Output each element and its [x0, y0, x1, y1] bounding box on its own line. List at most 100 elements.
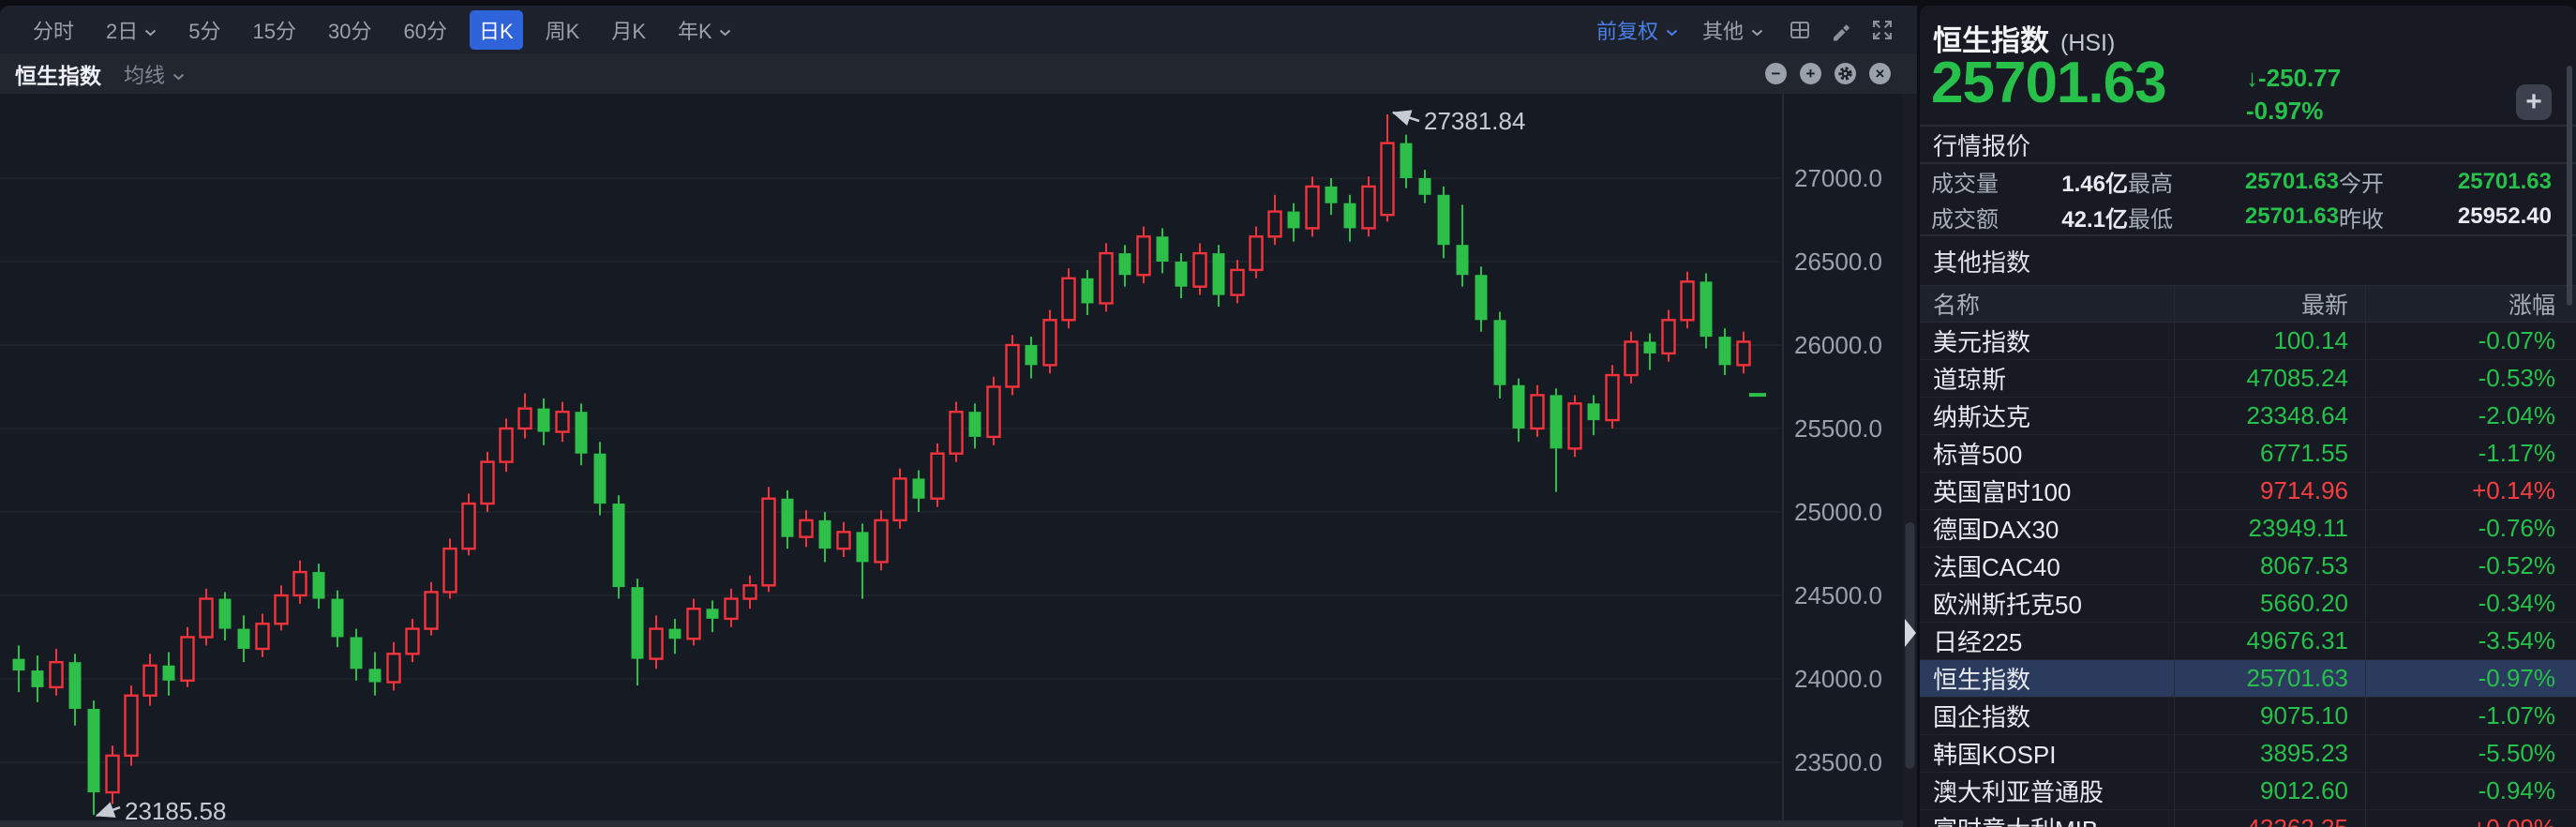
index-row-change: -0.53% [2365, 364, 2576, 393]
period-tab-15分[interactable]: 15分 [244, 10, 306, 50]
stat-成交额: 成交额 42.1亿 [1931, 200, 2128, 235]
index-row-name: 国企指数 [1920, 699, 2174, 733]
stat-label: 成交额 [1931, 201, 1999, 233]
stat-value: 25701.63 [2245, 169, 2339, 195]
stat-value: 25701.63 [2458, 169, 2552, 195]
settings-gear-icon[interactable] [1835, 63, 1856, 84]
index-row-change: -0.94% [2365, 776, 2576, 805]
col-header-change: 涨幅 [2365, 287, 2576, 321]
index-row-change: -0.52% [2365, 551, 2576, 580]
last-price-marker [1749, 393, 1766, 397]
index-row-富时意大利MIB[interactable]: 富时意大利MIB43262.35+0.09% [1920, 810, 2576, 827]
stat-value: 42.1亿 [2061, 201, 2128, 233]
candlestick-chart[interactable]: 27000.026500.026000.025500.025000.024500… [0, 94, 1917, 827]
period-tab-60分[interactable]: 60分 [394, 10, 456, 50]
adjust-mode-dropdown[interactable]: 前复权 [1596, 15, 1678, 45]
index-row-欧洲斯托克50[interactable]: 欧洲斯托克505660.20-0.34% [1920, 585, 2576, 623]
chart-header: 恒生指数 均线 −+× [0, 53, 1917, 94]
index-row-change: -0.34% [2365, 589, 2576, 618]
index-row-澳大利亚普通股[interactable]: 澳大利亚普通股9012.60-0.94% [1920, 773, 2576, 810]
period-tab-周K[interactable]: 周K [536, 10, 590, 50]
index-row-last: 47085.24 [2174, 364, 2365, 393]
section-quote-header: 行情报价 [1920, 125, 2576, 164]
period-tab-月K[interactable]: 月K [602, 10, 655, 50]
price-change-percent: -0.97% [2246, 95, 2341, 128]
panel-scrollbar[interactable] [2567, 66, 2572, 306]
zoom-in-icon[interactable]: + [1800, 63, 1821, 84]
index-row-name: 英国富时100 [1920, 474, 2174, 508]
index-row-国企指数[interactable]: 国企指数9075.10-1.07% [1920, 698, 2576, 735]
period-tab-2日[interactable]: 2日 [97, 10, 166, 50]
period-tab-label: 分时 [33, 15, 74, 45]
index-row-last: 3895.23 [2174, 739, 2365, 768]
close-icon[interactable]: × [1869, 63, 1891, 84]
index-row-last: 6771.55 [2174, 439, 2365, 468]
index-row-name: 法国CAC40 [1920, 549, 2174, 583]
zoom-out-icon[interactable]: − [1765, 63, 1787, 84]
toolbar-right: 前复权 其他 [1596, 15, 1895, 45]
index-row-标普500[interactable]: 标普5006771.55-1.17% [1920, 435, 2576, 473]
ma-label: 均线 [124, 59, 165, 89]
index-row-美元指数[interactable]: 美元指数100.14-0.07% [1920, 323, 2576, 360]
period-tabs: 分时 2日 5分 15分 30分 60分日K 周K 月K 年K [23, 10, 741, 50]
index-row-change: -3.54% [2365, 626, 2576, 655]
period-tab-30分[interactable]: 30分 [319, 10, 381, 50]
brush-icon[interactable] [1829, 18, 1853, 42]
ma-selector[interactable]: 均线 [124, 59, 185, 89]
index-row-name: 标普500 [1920, 436, 2174, 471]
index-row-change: +0.09% [2365, 814, 2576, 827]
stat-最高: 最高 25701.63 [2128, 164, 2339, 200]
svg-text:25000.0: 25000.0 [1794, 498, 1882, 526]
index-row-change: -1.07% [2365, 701, 2576, 730]
period-tab-5分[interactable]: 5分 [179, 10, 230, 50]
index-row-德国DAX30[interactable]: 德国DAX3023949.11-0.76% [1920, 510, 2576, 548]
index-row-name: 富时意大利MIB [1920, 811, 2174, 827]
index-row-韩国KOSPI[interactable]: 韩国KOSPI3895.23-5.50% [1920, 735, 2576, 773]
index-row-change: -5.50% [2365, 739, 2576, 768]
index-row-name: 美元指数 [1920, 323, 2174, 358]
period-tab-label: 5分 [188, 15, 220, 45]
stat-label: 最低 [2128, 201, 2173, 233]
indices-table-header: 名称最新涨幅 [1920, 285, 2576, 323]
period-tab-分时[interactable]: 分时 [23, 10, 83, 50]
more-dropdown[interactable]: 其他 [1702, 15, 1763, 45]
section-others-header: 其他指数 [1920, 234, 2576, 285]
chart-hscrollbar[interactable] [0, 820, 1917, 827]
index-row-name: 日经225 [1920, 624, 2174, 658]
quote-stats: 成交量1.46亿最高 25701.63今开25701.63 成交额 42.1亿最低 25… [1920, 164, 2576, 234]
period-tab-label: 15分 [253, 15, 296, 45]
stat-value: 1.46亿 [2061, 165, 2128, 198]
period-tab-label: 周K [546, 15, 580, 45]
stat-今开: 今开25701.63 [2339, 164, 2552, 200]
chart-controls: −+ × [1765, 63, 1891, 84]
period-tab-日K[interactable]: 日K [470, 10, 523, 50]
layout-grid-icon[interactable] [1788, 18, 1812, 42]
toolbar-icons [1788, 18, 1895, 42]
period-tab-label: 月K [611, 15, 646, 45]
index-row-英国富时100[interactable]: 英国富时1009714.96+0.14% [1920, 473, 2576, 510]
more-label: 其他 [1702, 15, 1744, 45]
add-to-watchlist-button[interactable]: + [2516, 84, 2552, 120]
index-row-change: -0.76% [2365, 514, 2576, 543]
period-tab-label: 2日 [106, 15, 138, 45]
period-tab-年K[interactable]: 年K [668, 10, 741, 50]
high-annotation: 27381.84 [1393, 107, 1525, 135]
index-row-恒生指数[interactable]: 恒生指数25701.63-0.97% [1920, 660, 2576, 698]
stat-label: 最高 [2128, 165, 2173, 198]
price-change-block: ↓-250.77 -0.97% [2246, 62, 2341, 128]
chevron-down-icon [719, 18, 731, 42]
svg-text:23500.0: 23500.0 [1794, 748, 1882, 776]
fullscreen-icon[interactable] [1870, 18, 1895, 42]
index-row-纳斯达克[interactable]: 纳斯达克23348.64-2.04% [1920, 398, 2576, 435]
index-row-change: -2.04% [2365, 401, 2576, 430]
chevron-down-icon [172, 62, 185, 86]
index-row-法国CAC40[interactable]: 法国CAC408067.53-0.52% [1920, 548, 2576, 585]
chart-vscrollbar[interactable] [1906, 522, 1915, 769]
stat-昨收: 昨收25952.40 [2339, 200, 2552, 235]
stat-成交量: 成交量1.46亿 [1931, 164, 2128, 200]
adjust-mode-label: 前复权 [1596, 15, 1658, 45]
index-row-last: 43262.35 [2174, 814, 2365, 827]
index-row-日经225[interactable]: 日经22549676.31-3.54% [1920, 623, 2576, 660]
stat-label: 昨收 [2339, 201, 2384, 233]
index-row-道琼斯[interactable]: 道琼斯47085.24-0.53% [1920, 360, 2576, 398]
